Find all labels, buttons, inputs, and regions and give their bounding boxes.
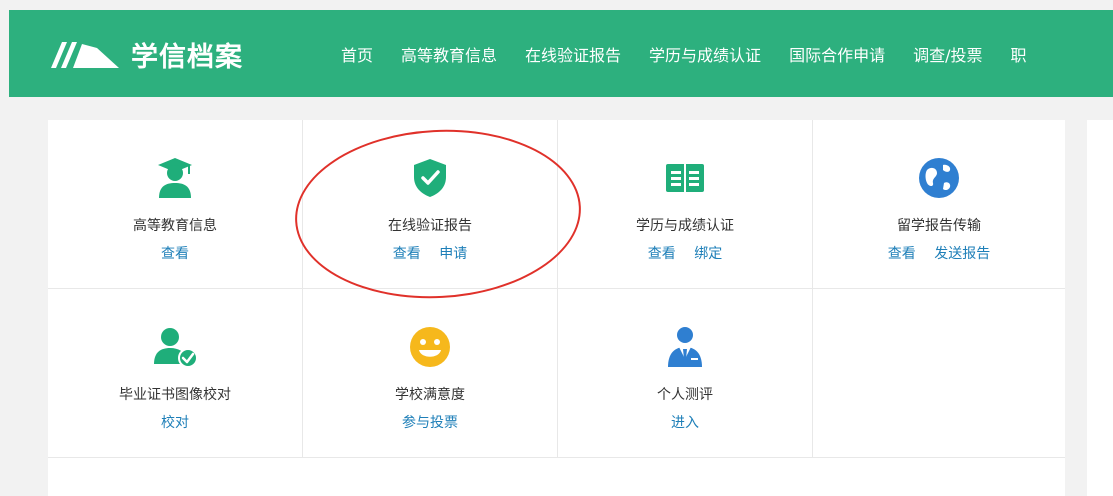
empty-cell xyxy=(813,289,1065,458)
service-personal-assessment: 个人测评 进入 xyxy=(558,289,813,458)
logo-mark-icon xyxy=(51,42,119,68)
nav-online-verification-report[interactable]: 在线验证报告 xyxy=(525,42,621,66)
service-actions: 查看 绑定 xyxy=(558,243,812,263)
service-diploma-image-proofreading: 毕业证书图像校对 校对 xyxy=(48,289,303,458)
service-online-verification-report: 在线验证报告 查看 申请 xyxy=(303,120,558,289)
nav-home[interactable]: 首页 xyxy=(341,42,373,66)
shield-check-icon xyxy=(303,154,557,202)
user-check-icon xyxy=(48,323,302,371)
service-degree-transcript-certification: 学历与成绩认证 查看 绑定 xyxy=(558,120,813,289)
proofread-link[interactable]: 校对 xyxy=(161,415,189,431)
globe-icon xyxy=(813,154,1065,202)
service-study-abroad-report-transfer: 留学报告传输 查看 发送报告 xyxy=(813,120,1065,289)
logo-text: 学信档案 xyxy=(131,41,243,73)
service-title: 学历与成绩认证 xyxy=(636,218,734,234)
top-navigation-bar: 学信档案 首页 高等教育信息 在线验证报告 学历与成绩认证 国际合作申请 调查/… xyxy=(9,10,1113,97)
service-title: 在线验证报告 xyxy=(388,218,472,234)
book-icon xyxy=(558,154,812,202)
service-actions: 进入 xyxy=(558,412,812,432)
nav-degree-transcript-certification[interactable]: 学历与成绩认证 xyxy=(649,42,761,66)
nav-higher-education-info[interactable]: 高等教育信息 xyxy=(401,42,497,66)
service-higher-education-info: 高等教育信息 查看 xyxy=(48,120,303,289)
view-link[interactable]: 查看 xyxy=(648,246,676,262)
service-actions: 校对 xyxy=(48,412,302,432)
service-title: 留学报告传输 xyxy=(897,218,981,234)
bind-link[interactable]: 绑定 xyxy=(694,246,722,262)
service-school-satisfaction: 学校满意度 参与投票 xyxy=(303,289,558,458)
service-actions: 查看 xyxy=(48,243,302,263)
service-actions: 查看 发送报告 xyxy=(813,243,1065,263)
view-link[interactable]: 查看 xyxy=(161,246,189,262)
site-logo[interactable]: 学信档案 xyxy=(49,38,243,73)
view-link[interactable]: 查看 xyxy=(393,246,421,262)
person-tie-icon xyxy=(558,323,812,371)
enter-link[interactable]: 进入 xyxy=(671,415,699,431)
service-title: 个人测评 xyxy=(657,387,713,403)
services-panel: 高等教育信息 查看 在线验证报告 查看 申请 学历与成绩认证 查看 绑定 留学报… xyxy=(48,120,1065,496)
view-link[interactable]: 查看 xyxy=(888,246,916,262)
nav-international-cooperation[interactable]: 国际合作申请 xyxy=(789,42,885,66)
service-actions: 参与投票 xyxy=(303,412,557,432)
nav-career[interactable]: 职 xyxy=(1010,42,1026,66)
vote-link[interactable]: 参与投票 xyxy=(402,415,458,431)
graduate-icon xyxy=(48,154,302,202)
service-title: 学校满意度 xyxy=(395,387,465,403)
service-title: 高等教育信息 xyxy=(133,218,217,234)
smiley-icon xyxy=(303,323,557,371)
apply-link[interactable]: 申请 xyxy=(439,246,467,262)
side-panel xyxy=(1087,120,1113,496)
send-report-link[interactable]: 发送报告 xyxy=(934,246,990,262)
service-actions: 查看 申请 xyxy=(303,243,557,263)
services-grid: 高等教育信息 查看 在线验证报告 查看 申请 学历与成绩认证 查看 绑定 留学报… xyxy=(48,120,1065,458)
main-nav: 首页 高等教育信息 在线验证报告 学历与成绩认证 国际合作申请 调查/投票 职 xyxy=(341,42,1055,66)
service-title: 毕业证书图像校对 xyxy=(119,387,231,403)
nav-survey-vote[interactable]: 调查/投票 xyxy=(913,42,982,66)
